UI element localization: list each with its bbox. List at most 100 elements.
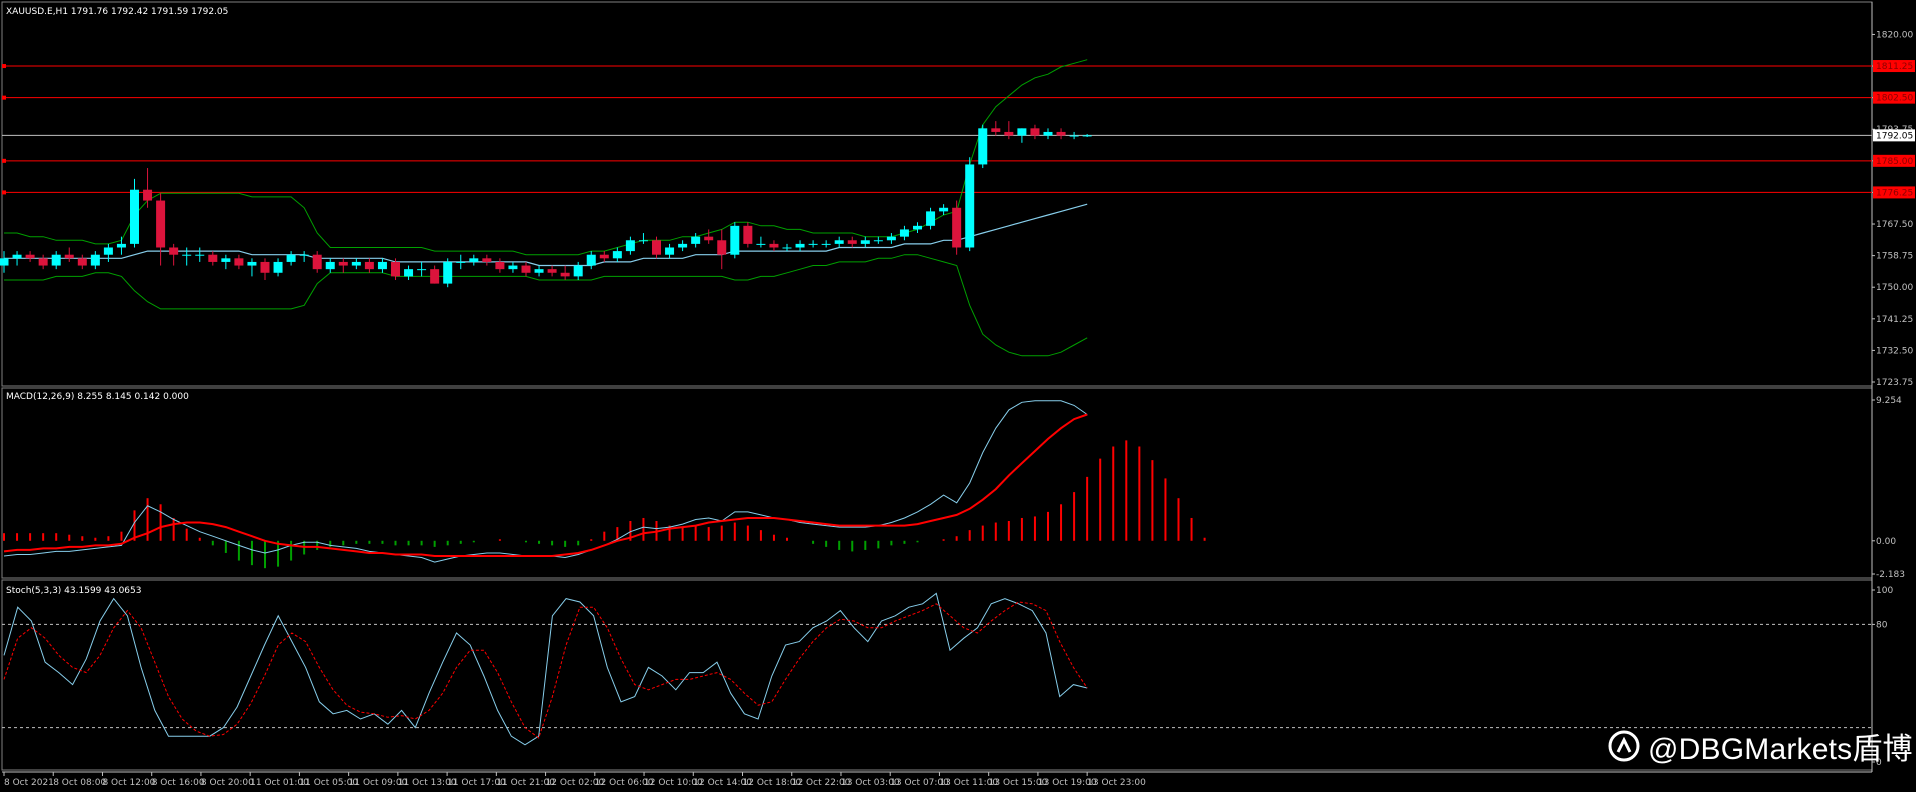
candle-bullish[interactable] bbox=[899, 229, 909, 237]
level-handle[interactable] bbox=[2, 95, 6, 100]
trading-chart[interactable]: 1820.001811.251802.501793.751785.001776.… bbox=[0, 0, 1916, 792]
candle-bullish[interactable] bbox=[612, 251, 622, 259]
watermark: @DBGMarkets盾博 bbox=[1608, 724, 1913, 768]
candle-bearish[interactable] bbox=[495, 261, 505, 270]
candle-bullish[interactable] bbox=[90, 254, 100, 266]
candle-bullish[interactable] bbox=[873, 240, 883, 242]
candle-bullish[interactable] bbox=[456, 261, 466, 263]
level-price-label: 1776.25 bbox=[1876, 188, 1913, 198]
candle-bearish[interactable] bbox=[25, 254, 35, 259]
current-price-label: 1792.05 bbox=[1876, 131, 1913, 141]
macd-tick-label: 0.00 bbox=[1876, 537, 1896, 547]
candle-bullish[interactable] bbox=[913, 225, 922, 230]
candle-bearish[interactable] bbox=[547, 269, 557, 273]
candle-bearish[interactable] bbox=[169, 247, 179, 255]
candle-bullish[interactable] bbox=[756, 243, 766, 245]
candle-bearish[interactable] bbox=[1056, 131, 1066, 136]
price-tick-label: 1732.50 bbox=[1876, 346, 1913, 356]
candle-bearish[interactable] bbox=[64, 254, 74, 259]
candle-bearish[interactable] bbox=[338, 261, 348, 266]
candle-bullish[interactable] bbox=[1069, 135, 1079, 137]
level-handle[interactable] bbox=[2, 190, 6, 195]
candle-bearish[interactable] bbox=[430, 269, 440, 284]
candle-bearish[interactable] bbox=[769, 243, 779, 248]
candle-bullish[interactable] bbox=[51, 254, 61, 266]
candle-bearish[interactable] bbox=[599, 254, 609, 259]
candle-bullish[interactable] bbox=[351, 261, 361, 266]
candle-bearish[interactable] bbox=[312, 254, 322, 270]
candle-bearish[interactable] bbox=[952, 207, 962, 248]
candle-bullish[interactable] bbox=[469, 258, 479, 262]
candle-bearish[interactable] bbox=[208, 254, 218, 262]
candle-bearish[interactable] bbox=[743, 225, 753, 244]
candle-bullish[interactable] bbox=[1017, 128, 1027, 136]
candle-bullish[interactable] bbox=[834, 240, 844, 244]
candle-bullish[interactable] bbox=[299, 254, 309, 256]
candle-bearish[interactable] bbox=[38, 258, 48, 266]
candle-bullish[interactable] bbox=[417, 269, 427, 271]
candle-bullish[interactable] bbox=[443, 261, 453, 284]
candle-bullish[interactable] bbox=[130, 189, 139, 244]
candle-bearish[interactable] bbox=[1030, 128, 1040, 136]
candle-bearish[interactable] bbox=[234, 258, 244, 266]
level-handle[interactable] bbox=[2, 158, 6, 163]
candle-bullish[interactable] bbox=[886, 236, 896, 241]
candle-bullish[interactable] bbox=[1082, 135, 1092, 137]
candle-bearish[interactable] bbox=[521, 265, 531, 273]
candle-bullish[interactable] bbox=[103, 247, 113, 255]
candle-bearish[interactable] bbox=[143, 189, 153, 201]
macd-tick-label: 9.254 bbox=[1876, 396, 1902, 406]
candle-bearish[interactable] bbox=[704, 236, 714, 241]
candle-bullish[interactable] bbox=[182, 254, 192, 256]
candle-bullish[interactable] bbox=[273, 261, 283, 273]
candle-bearish[interactable] bbox=[1004, 131, 1014, 136]
main-header: XAUUSD.E,H1 1791.76 1792.42 1791.59 1792… bbox=[6, 7, 228, 17]
candle-bearish[interactable] bbox=[717, 240, 727, 255]
candle-bullish[interactable] bbox=[665, 247, 675, 255]
candle-bullish[interactable] bbox=[0, 258, 9, 266]
candle-bullish[interactable] bbox=[978, 128, 988, 165]
candle-bullish[interactable] bbox=[965, 164, 975, 248]
candle-bullish[interactable] bbox=[573, 265, 583, 277]
candle-bullish[interactable] bbox=[221, 258, 231, 262]
candle-bullish[interactable] bbox=[404, 269, 414, 277]
level-handle[interactable] bbox=[2, 64, 6, 69]
watermark-text: @DBGMarkets盾博 bbox=[1648, 733, 1913, 766]
candle-bullish[interactable] bbox=[116, 243, 126, 248]
candle-bearish[interactable] bbox=[156, 200, 166, 248]
candle-bearish[interactable] bbox=[560, 272, 570, 277]
candle-bullish[interactable] bbox=[508, 265, 518, 270]
time-tick-label: 8 Oct 20:00 bbox=[201, 778, 254, 788]
candle-bullish[interactable] bbox=[730, 225, 740, 255]
candle-bullish[interactable] bbox=[247, 261, 257, 266]
candle-bullish[interactable] bbox=[325, 261, 335, 270]
candle-bullish[interactable] bbox=[678, 243, 688, 248]
candle-bullish[interactable] bbox=[691, 236, 701, 244]
candle-bearish[interactable] bbox=[482, 258, 492, 262]
time-tick-label: 8 Oct 16:00 bbox=[152, 778, 205, 788]
candle-bullish[interactable] bbox=[1043, 131, 1053, 136]
candle-bullish[interactable] bbox=[795, 243, 805, 248]
candle-bullish[interactable] bbox=[625, 240, 635, 252]
candle-bearish[interactable] bbox=[991, 128, 1001, 132]
candle-bullish[interactable] bbox=[12, 254, 22, 259]
candle-bullish[interactable] bbox=[782, 247, 792, 249]
candle-bullish[interactable] bbox=[860, 240, 870, 244]
candle-bearish[interactable] bbox=[847, 240, 857, 244]
candle-bullish[interactable] bbox=[286, 254, 296, 262]
candle-bullish[interactable] bbox=[195, 254, 205, 256]
stoch-tick-label: 80 bbox=[1876, 620, 1888, 630]
candle-bullish[interactable] bbox=[586, 254, 596, 266]
candle-bullish[interactable] bbox=[808, 243, 818, 245]
candle-bearish[interactable] bbox=[652, 240, 661, 255]
candle-bullish[interactable] bbox=[638, 240, 648, 242]
candle-bullish[interactable] bbox=[377, 261, 387, 270]
candle-bullish[interactable] bbox=[534, 269, 544, 273]
candle-bullish[interactable] bbox=[926, 211, 936, 226]
candle-bullish[interactable] bbox=[939, 207, 949, 212]
candle-bearish[interactable] bbox=[391, 261, 400, 277]
candle-bearish[interactable] bbox=[77, 258, 87, 266]
candle-bullish[interactable] bbox=[821, 243, 831, 245]
candle-bearish[interactable] bbox=[260, 261, 270, 273]
candle-bearish[interactable] bbox=[364, 261, 374, 270]
